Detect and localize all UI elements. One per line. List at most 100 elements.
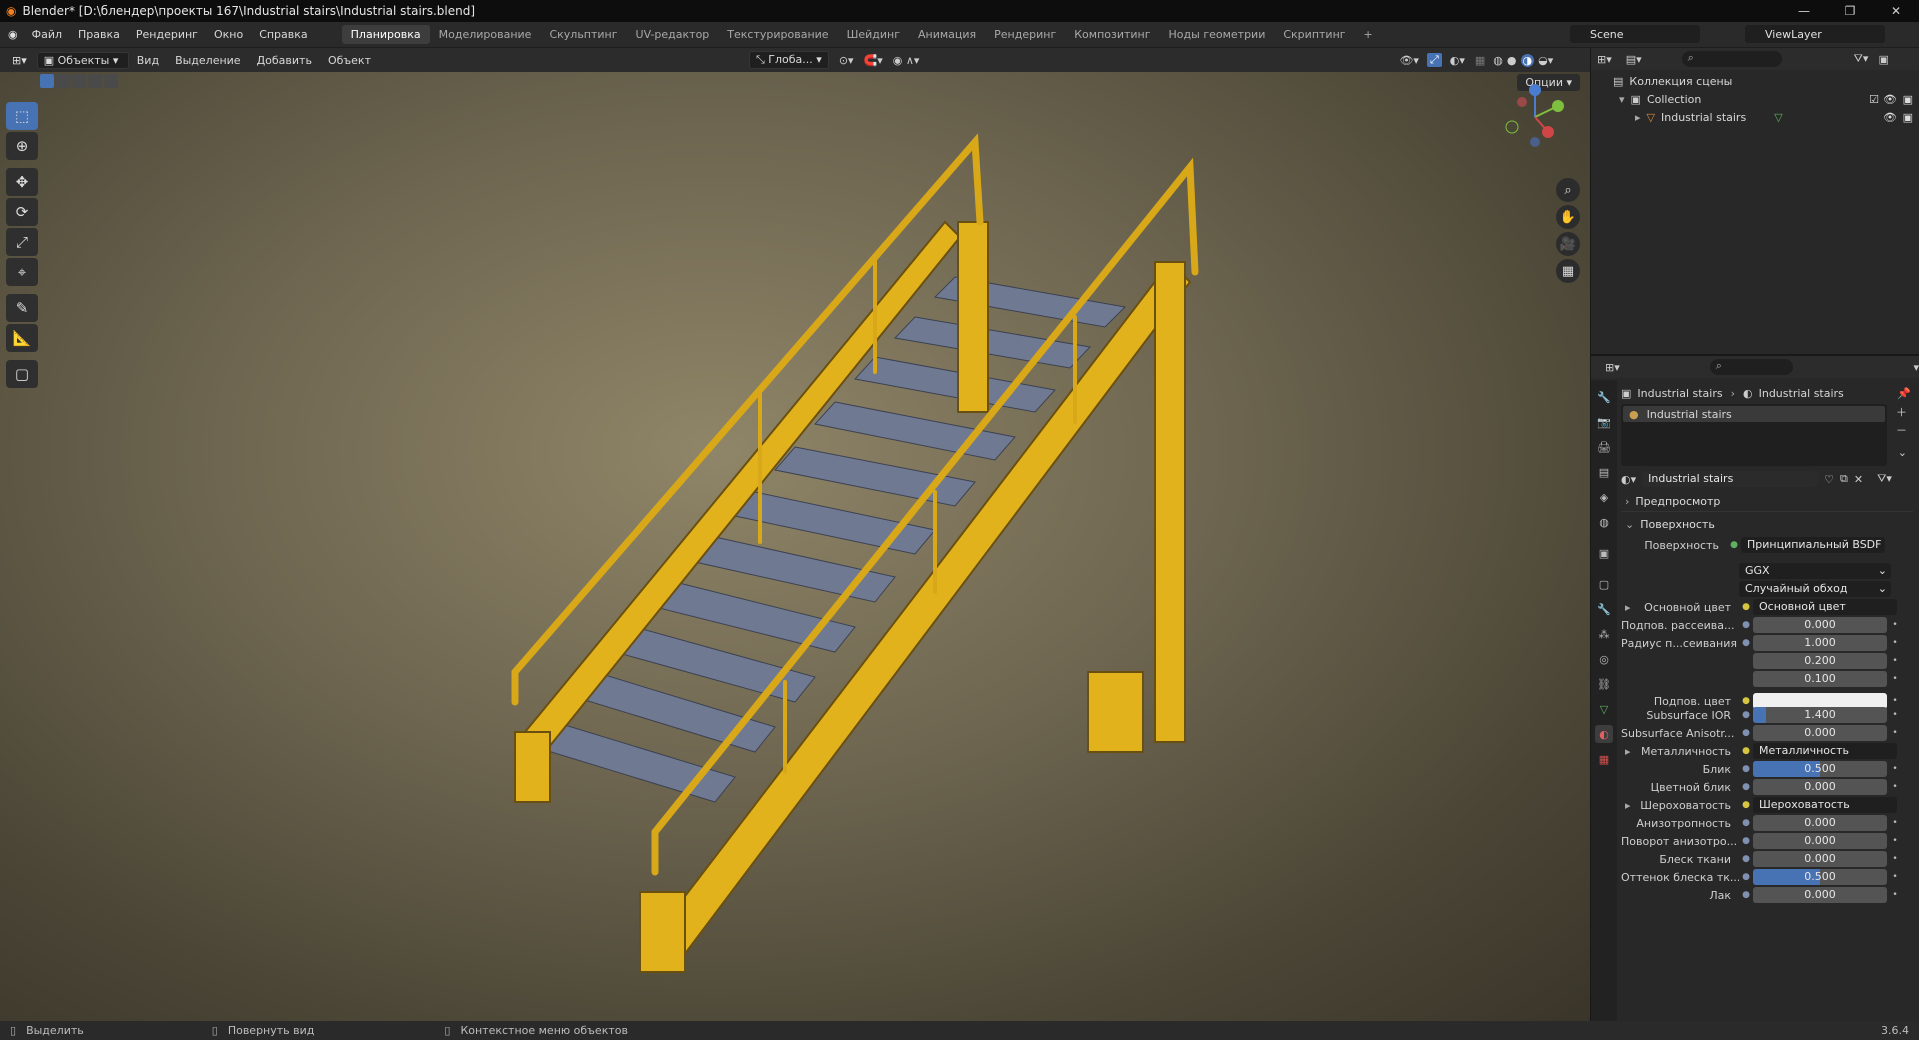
- scene-tab-icon[interactable]: ◈: [1595, 488, 1613, 506]
- menu-window[interactable]: Окно: [206, 28, 251, 41]
- number-field[interactable]: 0.000: [1753, 851, 1887, 867]
- data-tab-icon[interactable]: ▽: [1595, 700, 1613, 718]
- surface-section[interactable]: ⌄ Поверхность: [1621, 514, 1913, 534]
- collection-tab-icon[interactable]: ▣: [1595, 544, 1613, 562]
- visibility-eye-icon[interactable]: 👁: [1883, 111, 1897, 124]
- pivot-icon[interactable]: ⊙▾: [839, 54, 854, 67]
- linked-input-field[interactable]: Металличность: [1753, 743, 1897, 759]
- texture-tab-icon[interactable]: ▦: [1595, 750, 1613, 768]
- blender-menu-icon[interactable]: ◉: [8, 28, 18, 41]
- gizmo-x-icon[interactable]: [1542, 126, 1554, 138]
- number-field[interactable]: 0.500: [1753, 869, 1887, 885]
- expand-icon[interactable]: ▸: [1635, 111, 1641, 124]
- socket-icon[interactable]: ●: [1739, 620, 1753, 630]
- menu-select[interactable]: Выделение: [167, 54, 249, 67]
- material-name-field[interactable]: Industrial stairs: [1642, 471, 1819, 487]
- keyframe-dot-icon[interactable]: •: [1889, 836, 1901, 846]
- keyframe-dot-icon[interactable]: •: [1889, 818, 1901, 828]
- linked-input-field[interactable]: Шероховатость: [1753, 797, 1897, 813]
- properties-editor-icon[interactable]: ⊞▾: [1605, 361, 1620, 374]
- menu-edit[interactable]: Правка: [70, 28, 128, 41]
- menu-add[interactable]: Добавить: [249, 54, 320, 67]
- visibility-icon[interactable]: 👁▾: [1399, 54, 1419, 67]
- xray-icon[interactable]: ▦: [1475, 54, 1485, 67]
- tree-object-industrial-stairs[interactable]: ▸ ▽ Industrial stairs ▽ 👁 ▣: [1591, 108, 1919, 126]
- keyframe-dot-icon[interactable]: •: [1889, 656, 1901, 666]
- keyframe-dot-icon[interactable]: •: [1889, 854, 1901, 864]
- tab-scripting[interactable]: Скриптинг: [1274, 25, 1354, 44]
- socket-icon[interactable]: ●: [1739, 854, 1753, 864]
- unlink-icon[interactable]: ✕: [1854, 473, 1863, 486]
- material-browse-icon[interactable]: ◐▾: [1621, 473, 1636, 486]
- tab-animation[interactable]: Анимация: [909, 25, 985, 44]
- outliner-search-input[interactable]: ⌕: [1681, 51, 1782, 67]
- socket-icon[interactable]: ●: [1739, 710, 1753, 720]
- rendered-shading-icon[interactable]: ◒▾: [1538, 54, 1553, 67]
- view-layer-tab-icon[interactable]: ▤: [1595, 463, 1613, 481]
- number-field[interactable]: 0.100: [1753, 671, 1887, 687]
- tab-shading[interactable]: Шейдинг: [838, 25, 909, 44]
- socket-icon[interactable]: ●: [1739, 602, 1753, 612]
- socket-icon[interactable]: ●: [1739, 890, 1753, 900]
- viewport-3d[interactable]: Опции ▾ ⬚ ⊕ ✥ ⟳ ⤢ ⌖ ✎ 📐 ▢ ⌕ ✋ 🎥 ▦: [0, 72, 1590, 1021]
- particles-tab-icon[interactable]: ⁂: [1595, 625, 1613, 643]
- socket-icon[interactable]: ●: [1739, 746, 1753, 756]
- tab-modeling[interactable]: Моделирование: [430, 25, 541, 44]
- gizmo-z-icon[interactable]: [1529, 84, 1541, 96]
- solid-shading-icon[interactable]: ●: [1507, 54, 1517, 67]
- camera-view-icon[interactable]: 🎥: [1556, 232, 1580, 256]
- viewlayer-selector[interactable]: ViewLayer: [1745, 25, 1885, 43]
- duplicate-icon[interactable]: ⧉: [1840, 472, 1848, 486]
- minimize-button[interactable]: —: [1781, 0, 1827, 22]
- exclude-checkbox-icon[interactable]: ☑: [1869, 93, 1879, 106]
- socket-icon[interactable]: ●: [1739, 764, 1753, 774]
- menu-render[interactable]: Рендеринг: [128, 28, 206, 41]
- menu-object[interactable]: Объект: [320, 54, 379, 67]
- tab-compositing[interactable]: Композитинг: [1065, 25, 1159, 44]
- number-field[interactable]: 1.000: [1753, 635, 1887, 651]
- number-field[interactable]: 0.000: [1753, 617, 1887, 633]
- collapse-icon[interactable]: ▾: [1913, 361, 1919, 374]
- keyframe-dot-icon[interactable]: •: [1889, 638, 1901, 648]
- socket-icon[interactable]: ●: [1739, 818, 1753, 828]
- material-slot[interactable]: ● Industrial stairs: [1623, 406, 1885, 422]
- new-collection-icon[interactable]: ▣: [1878, 53, 1888, 66]
- output-tab-icon[interactable]: 🖨: [1595, 438, 1613, 456]
- socket-icon[interactable]: ●: [1739, 696, 1753, 706]
- keyframe-dot-icon[interactable]: •: [1889, 620, 1901, 630]
- stairs-model[interactable]: [0, 72, 1590, 1021]
- proportional-edit-icon[interactable]: ◉ ∧▾: [893, 54, 920, 67]
- zoom-view-icon[interactable]: ⌕: [1556, 178, 1580, 202]
- socket-icon[interactable]: ●: [1739, 782, 1753, 792]
- overlay-toggle-icon[interactable]: ◐▾: [1450, 54, 1465, 67]
- modifier-tab-icon[interactable]: 🔧: [1595, 600, 1613, 618]
- perspective-toggle-icon[interactable]: ▦: [1556, 259, 1580, 283]
- tab-sculpting[interactable]: Скульптинг: [540, 25, 626, 44]
- tree-scene-collection[interactable]: ▤ Коллекция сцены: [1591, 72, 1919, 90]
- socket-icon[interactable]: ●: [1739, 872, 1753, 882]
- render-camera-icon[interactable]: ▣: [1903, 111, 1913, 124]
- keyframe-dot-icon[interactable]: •: [1889, 764, 1901, 774]
- tab-texture-paint[interactable]: Текстурирование: [718, 25, 837, 44]
- expand-arrow-icon[interactable]: ▸: [1625, 601, 1631, 614]
- navigation-gizmo[interactable]: [1500, 82, 1570, 152]
- tree-collection[interactable]: ▾ ▣ Collection ☑ 👁 ▣: [1591, 90, 1919, 108]
- expand-arrow-icon[interactable]: ▸: [1625, 745, 1631, 758]
- gizmo-y-icon[interactable]: [1552, 100, 1564, 112]
- object-tab-icon[interactable]: ▢: [1595, 575, 1613, 593]
- keyframe-dot-icon[interactable]: •: [1889, 674, 1901, 684]
- pin-icon[interactable]: 📌: [1897, 387, 1911, 400]
- close-button[interactable]: ✕: [1873, 0, 1919, 22]
- restore-button[interactable]: ❐: [1827, 0, 1873, 22]
- pan-view-icon[interactable]: ✋: [1556, 205, 1580, 229]
- preview-section[interactable]: › Предпросмотр: [1621, 492, 1913, 512]
- snap-icon[interactable]: 🧲▾: [864, 54, 883, 67]
- constraints-tab-icon[interactable]: ⛓: [1595, 675, 1613, 693]
- wireframe-shading-icon[interactable]: ◍: [1493, 54, 1503, 67]
- distribution-dropdown[interactable]: GGX ⌄: [1739, 563, 1891, 579]
- material-slot-list[interactable]: ● Industrial stairs: [1621, 404, 1887, 466]
- editor-type-icon[interactable]: ⊞▾: [12, 54, 27, 67]
- gizmo-neg-x-icon[interactable]: [1517, 97, 1527, 107]
- material-shading-icon[interactable]: ◑: [1520, 53, 1535, 67]
- tab-layout[interactable]: Планировка: [341, 25, 430, 44]
